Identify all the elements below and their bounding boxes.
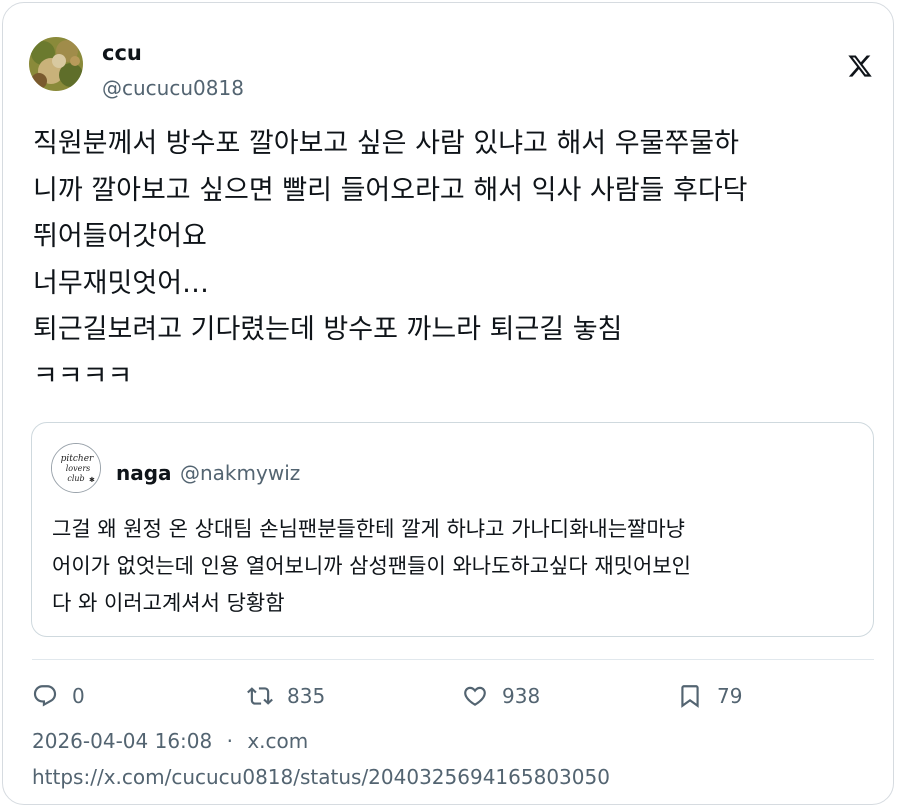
tweet-line: 니까 깔아보고 싶으면 빨리 들어오라고 해서 익사 사람들 후다닥 <box>33 174 748 206</box>
like-button[interactable]: 938 <box>462 680 540 712</box>
meta-separator: · <box>226 729 233 753</box>
divider <box>32 659 874 660</box>
timestamp[interactable]: 2026-04-04 16:08 <box>32 729 212 753</box>
bookmark-count: 79 <box>717 684 743 708</box>
x-logo-icon[interactable] <box>847 53 873 79</box>
tweet-line: ㅋㅋㅋㅋ <box>33 360 133 392</box>
author-avatar[interactable] <box>29 37 83 91</box>
retweet-count: 835 <box>287 684 326 708</box>
quoted-line: 그걸 왜 원정 온 상대팀 손님팬분들한테 깔게 하냐고 가나디화내는짤마냥 <box>52 517 685 541</box>
bookmark-button[interactable]: 79 <box>677 680 742 712</box>
tweet-card: ccu @cucucu0818 직원분께서 방수포 깔아보고 싶은 사람 있냐고… <box>2 2 894 805</box>
like-count: 938 <box>502 684 541 708</box>
avatar-text: club <box>67 474 84 483</box>
reply-count: 0 <box>72 684 85 708</box>
bookmark-icon <box>681 685 699 708</box>
quoted-author-handle: @nakmywiz <box>180 461 301 485</box>
quoted-author-avatar[interactable]: pitcher lovers club ✱ <box>51 443 101 493</box>
source[interactable]: x.com <box>247 729 308 753</box>
avatar-text: lovers <box>66 464 91 473</box>
tweet-line: 뛰어들어갓어요 <box>33 221 207 252</box>
author-handle[interactable]: @cucucu0818 <box>102 75 244 101</box>
retweet-icon <box>247 687 273 705</box>
tweet-url[interactable]: https://x.com/cucucu0818/status/20403256… <box>32 765 610 789</box>
reply-icon <box>33 685 57 707</box>
tweet-text: 직원분께서 방수포 깔아보고 싶은 사람 있냐고 해서 우물쭈물하 니까 깔아보… <box>33 121 873 400</box>
tweet-meta: 2026-04-04 16:08 · x.com <box>32 729 308 753</box>
quoted-tweet-text: 그걸 왜 원정 온 상대팀 손님팬분들한테 깔게 하냐고 가나디화내는짤마냥 어… <box>52 511 862 622</box>
retweet-button[interactable]: 835 <box>247 680 325 712</box>
reply-button[interactable]: 0 <box>32 680 85 712</box>
heart-icon <box>464 686 486 706</box>
tweet-line: 퇴근길보려고 기다렸는데 방수포 까느라 퇴근길 놓침 <box>33 314 623 345</box>
tweet-line: 너무재밋엇어… <box>33 267 210 299</box>
author-name[interactable]: ccu <box>102 40 142 66</box>
quoted-line: 어이가 없엇는데 인용 열어보니까 삼성팬들이 와나도하고싶다 재밋어보인 <box>52 554 691 578</box>
tweet-line: 직원분께서 방수포 깔아보고 싶은 사람 있냐고 해서 우물쭈물하 <box>33 128 739 159</box>
quoted-line: 다 와 이러고계셔서 당황함 <box>52 591 285 615</box>
avatar-text: pitcher <box>61 454 94 464</box>
quoted-tweet[interactable]: pitcher lovers club ✱ naga @nakmywiz 그걸 … <box>31 422 874 637</box>
quoted-author-name: naga <box>116 461 172 485</box>
svg-text:✱: ✱ <box>89 476 95 484</box>
